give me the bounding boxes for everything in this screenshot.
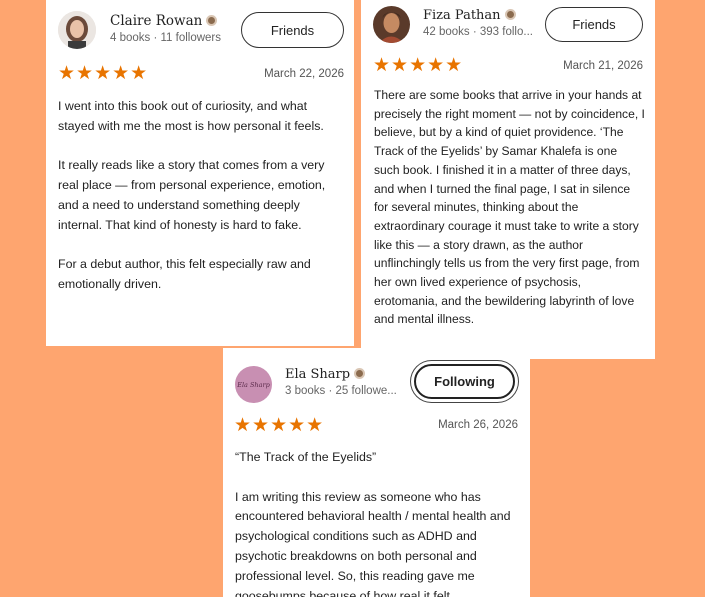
star-rating: ★★★★★: [373, 55, 464, 76]
review-paragraph: “The Track of the Eyelids”: [235, 450, 377, 464]
friends-button[interactable]: Friends: [545, 7, 643, 42]
reviewer-stats: 4 books · 11 followers: [110, 32, 222, 44]
avatar[interactable]: [58, 11, 96, 49]
review-paragraph: It really reads like a story that comes …: [58, 158, 326, 232]
review-card-ela: Ela Sharp Ela Sharp 3 books · 25 followe…: [223, 348, 530, 597]
avatar[interactable]: Ela Sharp: [235, 366, 272, 403]
review-paragraph: I am writing this review as someone who …: [235, 489, 511, 597]
review-text: “The Track of the Eyelids” I am writing …: [235, 448, 525, 597]
following-button[interactable]: Following: [414, 364, 515, 399]
author-badge-icon: [354, 368, 366, 379]
review-text: There are some books that arrive in your…: [374, 86, 646, 329]
reviewer-name[interactable]: Claire Rowan: [110, 13, 218, 29]
star-rating: ★★★★★: [58, 63, 149, 84]
reviewer-name[interactable]: Fiza Pathan: [423, 8, 516, 23]
review-date: March 22, 2026: [264, 68, 344, 80]
reviewer-name[interactable]: Ela Sharp: [285, 367, 366, 382]
avatar[interactable]: [373, 6, 410, 43]
reviewer-stats: 42 books · 393 follo...: [423, 26, 533, 38]
review-text: I went into this book out of curiosity, …: [58, 97, 346, 295]
review-paragraph: For a debut author, this felt especially…: [58, 257, 311, 292]
review-date: March 26, 2026: [438, 419, 518, 431]
star-rating: ★★★★★: [234, 415, 325, 436]
reviewer-stats: 3 books · 25 followe...: [285, 385, 397, 397]
author-badge-icon: [504, 9, 516, 20]
author-badge-icon: [206, 15, 218, 26]
review-card-fiza: Fiza Pathan 42 books · 393 follo... Frie…: [361, 0, 655, 359]
review-date: March 21, 2026: [563, 60, 643, 72]
review-paragraph: There are some books that arrive in your…: [374, 88, 645, 327]
friends-button[interactable]: Friends: [241, 12, 344, 48]
review-card-claire: Claire Rowan 4 books · 11 followers Frie…: [46, 0, 354, 346]
avatar-label: Ela Sharp: [237, 380, 270, 389]
review-paragraph: I went into this book out of curiosity, …: [58, 99, 324, 133]
